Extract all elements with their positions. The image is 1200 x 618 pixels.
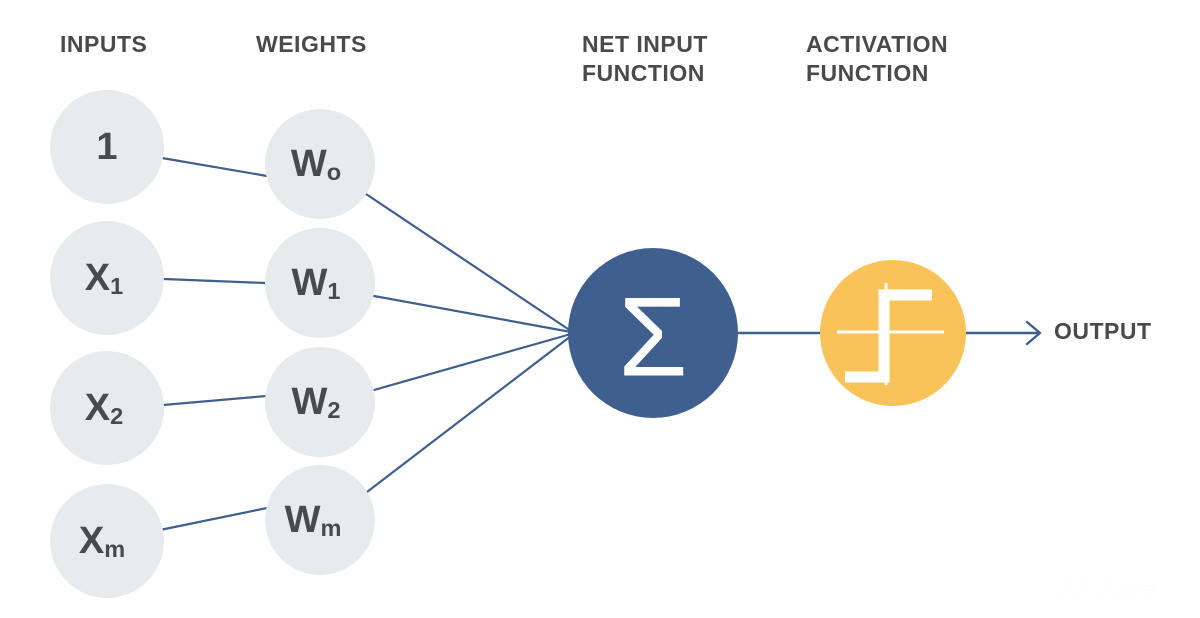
input-node-xm[interactable]: Xm <box>50 484 164 598</box>
watermark-suffix: 教育 <box>1119 582 1158 603</box>
connector-weight-m-sum <box>365 334 573 494</box>
weight-to-sum-connectors <box>364 192 573 494</box>
header-weights: WEIGHTS <box>256 31 367 57</box>
weight-node-w0[interactable]: Wo <box>265 109 375 219</box>
weight-node-wm[interactable]: Wm <box>265 465 375 575</box>
perceptron-diagram: 1 X1 X2 Xm Wo W1 W2 Wm Σ <box>50 90 1042 598</box>
sigma-icon: Σ <box>618 275 687 400</box>
output-label: OUTPUT <box>1054 318 1152 344</box>
input-node-x2[interactable]: X2 <box>50 351 164 465</box>
input-node-bias-label: 1 <box>96 126 117 168</box>
connector-input-xm-weight-m <box>158 506 269 532</box>
header-inputs: INPUTS <box>60 31 148 57</box>
input-node-bias[interactable]: 1 <box>50 90 164 204</box>
connector-weight-1-sum <box>372 294 573 334</box>
connector-weight-0-sum <box>364 192 573 333</box>
input-node-x1[interactable]: X1 <box>50 221 164 335</box>
activation-node[interactable] <box>820 260 966 406</box>
diagram-canvas: 1 X1 X2 Xm Wo W1 W2 Wm Σ INPUTS WEIGHTS … <box>0 0 1200 618</box>
weight-nodes-group: Wo W1 W2 Wm <box>265 109 375 575</box>
watermark-text: AAA <box>1055 572 1118 605</box>
header-activation: ACTIVATION FUNCTION <box>806 31 949 86</box>
input-nodes-group: 1 X1 X2 Xm <box>50 90 164 598</box>
input-to-weight-connectors <box>158 156 269 532</box>
connector-input-x2-weight-2 <box>161 394 268 407</box>
connector-input-1-weight-0 <box>160 156 269 178</box>
header-net-input: NET INPUT FUNCTION <box>582 31 708 86</box>
connector-input-x1-weight-1 <box>162 277 267 285</box>
watermark: AAA 教育 <box>1055 572 1157 606</box>
sum-node[interactable]: Σ <box>568 248 738 418</box>
weight-node-w1[interactable]: W1 <box>265 228 375 338</box>
connector-weight-2-sum <box>372 332 573 392</box>
weight-node-w2[interactable]: W2 <box>265 347 375 457</box>
